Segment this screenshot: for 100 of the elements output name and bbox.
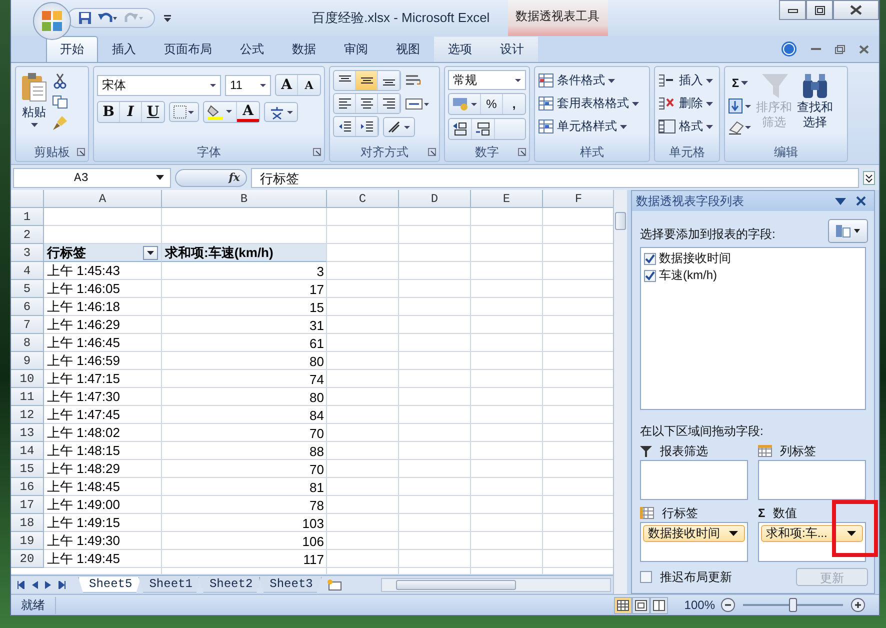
number-format-field[interactable]: 常规: [448, 70, 526, 90]
find-select-button[interactable]: 查找和 选择: [796, 70, 834, 144]
ribbon-tab[interactable]: 页面布局: [150, 36, 226, 62]
ribbon-tab[interactable]: 数据: [278, 36, 330, 62]
shrink-font-button[interactable]: A: [298, 75, 320, 95]
row-header[interactable]: 14: [11, 442, 44, 460]
phonetic-button[interactable]: [264, 102, 298, 122]
ribbon-tab[interactable]: 设计: [486, 36, 538, 62]
previous-sheet-icon[interactable]: [32, 580, 38, 588]
zoom-in-icon[interactable]: [851, 598, 865, 612]
cells-menu-button[interactable]: 插入: [658, 70, 716, 91]
font-size-field[interactable]: 11: [224, 74, 271, 96]
vertical-align-button[interactable]: [356, 71, 378, 90]
checkbox[interactable]: [644, 270, 656, 282]
dialog-launcher-icon[interactable]: [428, 148, 436, 156]
ribbon-tab[interactable]: 公式: [226, 36, 278, 62]
checkbox[interactable]: [640, 571, 652, 583]
row-header[interactable]: 16: [11, 478, 44, 496]
column-header[interactable]: A: [44, 190, 162, 208]
row-header[interactable]: 13: [11, 424, 44, 442]
cells-menu-button[interactable]: 删除: [658, 93, 716, 114]
merge-cells-icon[interactable]: [405, 96, 429, 110]
column-header[interactable]: C: [327, 190, 399, 208]
percent-button[interactable]: %: [481, 94, 503, 114]
scrollbar-thumb[interactable]: [615, 212, 626, 230]
dialog-launcher-icon[interactable]: [518, 148, 526, 156]
caret-icon[interactable]: [163, 14, 172, 22]
bold-button[interactable]: B: [98, 102, 120, 122]
row-header[interactable]: 7: [11, 316, 44, 334]
field-label[interactable]: 车速(km/h): [659, 267, 717, 284]
row-header[interactable]: 15: [11, 460, 44, 478]
restore-icon[interactable]: [835, 44, 845, 54]
last-sheet-icon[interactable]: [58, 580, 66, 588]
column-header[interactable]: E: [471, 190, 543, 208]
save-icon[interactable]: [78, 11, 92, 25]
dialog-launcher-icon[interactable]: [313, 148, 321, 156]
filter-dropdown-button[interactable]: [143, 246, 158, 260]
office-button[interactable]: [33, 2, 71, 40]
insert-function-button[interactable]: fx: [175, 168, 247, 186]
close-icon[interactable]: [859, 44, 869, 54]
row-header[interactable]: 5: [11, 280, 44, 298]
font-name-field[interactable]: 宋体: [97, 74, 221, 96]
ribbon-tab[interactable]: 视图: [382, 36, 434, 62]
first-sheet-icon[interactable]: [17, 580, 25, 588]
zoom-out-icon[interactable]: [721, 598, 735, 612]
dialog-launcher-icon[interactable]: [77, 148, 85, 156]
vertical-scrollbar[interactable]: [613, 190, 627, 594]
layout-button[interactable]: [828, 219, 868, 243]
row-header[interactable]: 12: [11, 406, 44, 424]
row-header[interactable]: 11: [11, 388, 44, 406]
column-header[interactable]: F: [543, 190, 613, 208]
borders-button[interactable]: [169, 102, 199, 122]
drop-area[interactable]: 求和项:车...: [758, 522, 866, 562]
page-layout-view-button[interactable]: [632, 596, 650, 614]
field-chip[interactable]: 数据接收时间: [643, 525, 745, 542]
defer-update-label[interactable]: 推迟布局更新: [660, 568, 732, 586]
column-header[interactable]: D: [399, 190, 471, 208]
dropdown-icon[interactable]: [835, 198, 846, 204]
row-header[interactable]: 10: [11, 370, 44, 388]
page-break-view-button[interactable]: [650, 596, 668, 614]
autosum-button[interactable]: Σ: [728, 73, 752, 93]
ribbon-tab[interactable]: 开始: [46, 36, 98, 62]
maximize-button[interactable]: [806, 0, 833, 20]
orientation-button[interactable]: [383, 116, 415, 136]
comma-button[interactable]: ,: [503, 94, 525, 114]
paintbrush-icon[interactable]: [52, 115, 68, 131]
row-header[interactable]: 8: [11, 334, 44, 352]
next-sheet-icon[interactable]: [45, 580, 51, 588]
style-menu-button[interactable]: 条件格式: [538, 70, 646, 91]
close-button[interactable]: [833, 0, 879, 20]
row-header[interactable]: 3: [11, 244, 44, 262]
normal-view-button[interactable]: [614, 596, 632, 614]
ribbon-tab[interactable]: 审阅: [330, 36, 382, 62]
copy-icon[interactable]: [52, 95, 68, 109]
checkbox[interactable]: [644, 252, 656, 264]
minimize-icon[interactable]: [811, 48, 821, 50]
underline-button[interactable]: U: [142, 102, 164, 122]
close-icon[interactable]: [856, 196, 866, 206]
row-header[interactable]: 20: [11, 550, 44, 568]
formula-field[interactable]: 行标签: [251, 168, 859, 188]
field-label[interactable]: 数据接收时间: [659, 250, 731, 267]
sheet-tab[interactable]: Sheet3: [258, 576, 322, 592]
style-menu-button[interactable]: 套用表格格式: [538, 93, 646, 114]
ribbon-tab[interactable]: 插入: [98, 36, 150, 62]
name-box[interactable]: A3: [13, 168, 171, 188]
undo-icon[interactable]: [98, 11, 118, 25]
drop-area[interactable]: 数据接收时间: [640, 522, 748, 562]
slider-thumb[interactable]: [789, 598, 797, 612]
row-header[interactable]: 17: [11, 496, 44, 514]
style-menu-button[interactable]: 单元格样式: [538, 116, 646, 137]
row-header[interactable]: 18: [11, 514, 44, 532]
scissors-icon[interactable]: [53, 73, 67, 89]
eraser-icon[interactable]: [728, 119, 752, 135]
sheet-tab[interactable]: Sheet5: [78, 576, 142, 592]
expand-icon[interactable]: [863, 170, 875, 184]
zoom-level[interactable]: 100%: [684, 598, 715, 612]
help-icon[interactable]: [781, 41, 797, 57]
row-header[interactable]: 19: [11, 532, 44, 550]
field-chip[interactable]: 求和项:车...: [761, 525, 863, 542]
row-header[interactable]: 4: [11, 262, 44, 280]
